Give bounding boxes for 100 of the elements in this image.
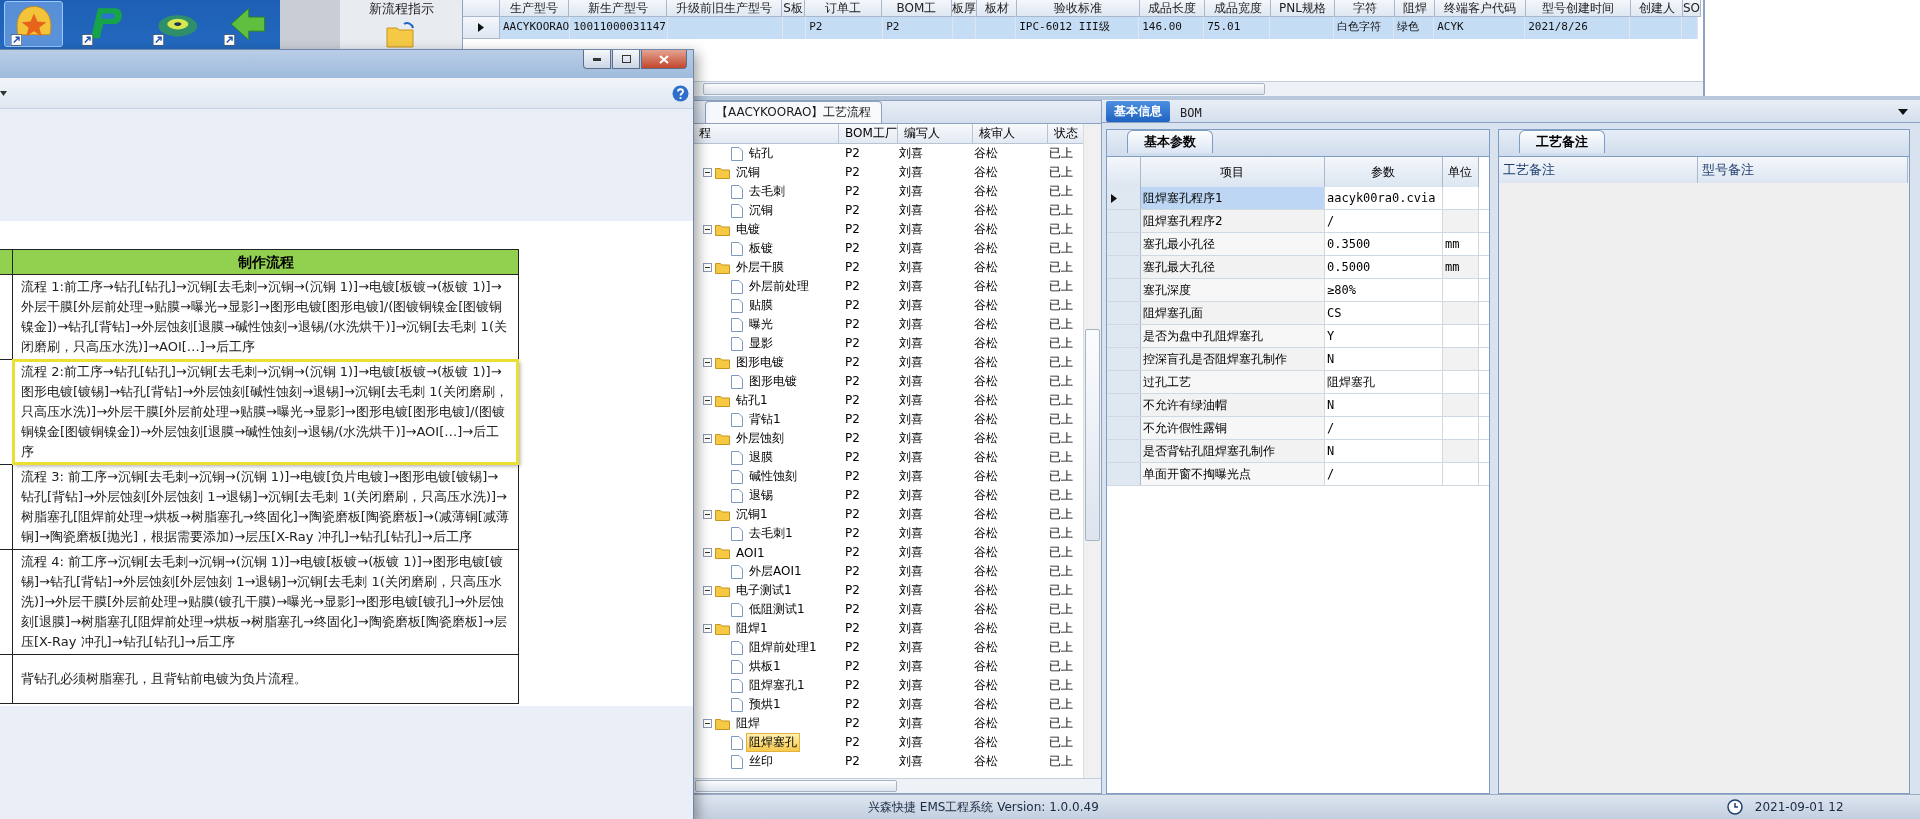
tree-node[interactable]: 阻焊塞孔 (746, 733, 800, 752)
tree-node[interactable]: 外层AOI1 (746, 562, 805, 581)
tree-node[interactable]: 阻焊 (733, 714, 763, 733)
collapse-icon[interactable] (703, 548, 712, 557)
column-header[interactable]: 成品宽度 (1205, 0, 1271, 17)
tree-node[interactable]: 烘板1 (746, 657, 784, 676)
collapse-icon[interactable] (703, 168, 712, 177)
folder-icon[interactable] (386, 22, 416, 48)
panel-tab[interactable]: 工艺备注 (1519, 130, 1605, 153)
table-cell-text: 已上 (1048, 373, 1074, 390)
tree-node[interactable]: 碱性蚀刻 (746, 467, 800, 486)
column-header[interactable]: 阻焊 (1395, 0, 1435, 17)
table-cell-text: 刘喜 (898, 221, 924, 238)
column-header[interactable]: 验收标准 (1017, 0, 1140, 17)
column-header[interactable]: 型号备注 (1698, 157, 1908, 183)
tree-node[interactable]: 外层蚀刻 (733, 429, 787, 448)
tree-node[interactable]: 板镀 (746, 239, 776, 258)
table-cell: P2 (806, 17, 884, 39)
table-cell-text: 已上 (1048, 145, 1074, 162)
close-button[interactable] (641, 50, 687, 69)
table-cell-text: P2 (844, 259, 861, 276)
panel-tab[interactable]: 基本参数 (1127, 130, 1213, 153)
column-header[interactable]: 单位 (1442, 157, 1479, 187)
tree-node[interactable]: 外层前处理 (746, 277, 812, 296)
collapse-icon[interactable] (703, 434, 712, 443)
column-header[interactable]: 核审人 (972, 124, 1048, 144)
column-header[interactable]: PNL规格 (1271, 0, 1335, 17)
column-header[interactable]: 生产型号 (500, 0, 569, 17)
column-header[interactable]: 成品长度 (1140, 0, 1205, 17)
table-cell-text: P2 (844, 221, 861, 238)
tab[interactable]: 基本信息 (1106, 101, 1170, 122)
scrollbar-thumb[interactable] (703, 83, 1265, 95)
collapse-icon[interactable] (703, 263, 712, 272)
tree-node[interactable]: 退膜 (746, 448, 776, 467)
collapse-icon[interactable] (703, 358, 712, 367)
column-header[interactable]: 编写人 (897, 124, 973, 144)
tree-node[interactable]: 阻焊塞孔1 (746, 676, 808, 695)
column-header[interactable]: 升级前旧生产型号 (667, 0, 782, 17)
collapse-icon[interactable] (703, 624, 712, 633)
tree-node[interactable]: 沉铜1 (733, 505, 771, 524)
tree-node[interactable]: 曝光 (746, 315, 776, 334)
tree-node[interactable]: 图形电镀 (746, 372, 800, 391)
column-header[interactable]: BOM工 (882, 0, 952, 17)
tree-node[interactable]: 贴膜 (746, 296, 776, 315)
column-header[interactable]: 订单工 (805, 0, 882, 17)
tree-node[interactable]: 钻孔 (746, 144, 776, 163)
column-header[interactable]: 板厚 (952, 0, 977, 17)
collapse-icon[interactable] (703, 719, 712, 728)
column-header[interactable]: SO (1683, 0, 1702, 17)
tab[interactable]: BOM (1172, 104, 1210, 122)
row-header[interactable] (463, 17, 500, 39)
minimize-button[interactable] (583, 50, 611, 69)
collapse-icon[interactable] (703, 510, 712, 519)
row-header[interactable] (1107, 187, 1141, 209)
tree-node[interactable]: 电子测试1 (733, 581, 795, 600)
column-header[interactable]: 工艺备注 (1499, 157, 1698, 183)
column-header[interactable]: BOM工厂 (839, 124, 898, 144)
help-icon[interactable] (672, 84, 689, 102)
tree-node[interactable]: 外层干膜 (733, 258, 787, 277)
tree-node[interactable]: 沉铜 (733, 163, 763, 182)
column-header[interactable]: 新生产型号 (569, 0, 667, 17)
maximize-button[interactable] (612, 50, 640, 69)
tree-node[interactable]: 电镀 (733, 220, 763, 239)
tree-node[interactable]: 钻孔1 (733, 391, 771, 410)
collapse-icon[interactable] (703, 225, 712, 234)
tree-node[interactable]: 沉铜 (746, 201, 776, 220)
tree-node[interactable]: 阻焊前处理1 (746, 638, 820, 657)
column-header[interactable]: 终端客户代码 (1435, 0, 1526, 17)
table-cell-text: 刘喜 (898, 373, 924, 390)
tree-node[interactable]: 显影 (746, 334, 776, 353)
tree-node[interactable]: 阻焊1 (733, 619, 771, 638)
column-header[interactable]: 板材 (977, 0, 1017, 17)
tree-node[interactable]: 预烘1 (746, 695, 784, 714)
tree-node[interactable]: 去毛刺1 (746, 524, 796, 543)
dropdown-caret-icon[interactable] (1898, 109, 1908, 115)
tree-node[interactable]: 背钻1 (746, 410, 784, 429)
scrollbar-thumb[interactable] (695, 780, 897, 792)
table-cell: N (1325, 348, 1443, 370)
tree-node[interactable]: 图形电镀 (733, 353, 787, 372)
dropdown-caret-icon[interactable] (0, 90, 7, 96)
tree-node[interactable]: AOI1 (733, 544, 768, 561)
column-header[interactable]: 项目 (1141, 157, 1325, 187)
sidebar-label[interactable]: 新流程指示 (368, 0, 434, 18)
tree-node[interactable]: 丝印 (746, 752, 776, 771)
column-header[interactable]: S板 (782, 0, 805, 17)
scrollbar-thumb[interactable] (1085, 329, 1100, 541)
column-header[interactable]: 参数 (1324, 157, 1443, 187)
column-header[interactable]: 字符 (1335, 0, 1395, 17)
tree-node[interactable]: 低阻测试1 (746, 600, 808, 619)
column-header[interactable]: 程 (693, 124, 839, 144)
collapse-icon[interactable] (703, 586, 712, 595)
table-cell: AACYKOORAO (500, 17, 571, 39)
collapse-icon[interactable] (703, 396, 712, 405)
column-header[interactable]: 型号创建时间 (1526, 0, 1631, 17)
panel-tab[interactable]: 【AACYKOORAO】工艺流程 (705, 101, 883, 123)
tree-node[interactable]: 去毛刺 (746, 182, 788, 201)
tree-node[interactable]: 退锡 (746, 486, 776, 505)
document-icon (731, 678, 743, 693)
column-header[interactable]: 创建人 (1631, 0, 1683, 17)
column-header[interactable]: 状态 (1047, 124, 1083, 144)
